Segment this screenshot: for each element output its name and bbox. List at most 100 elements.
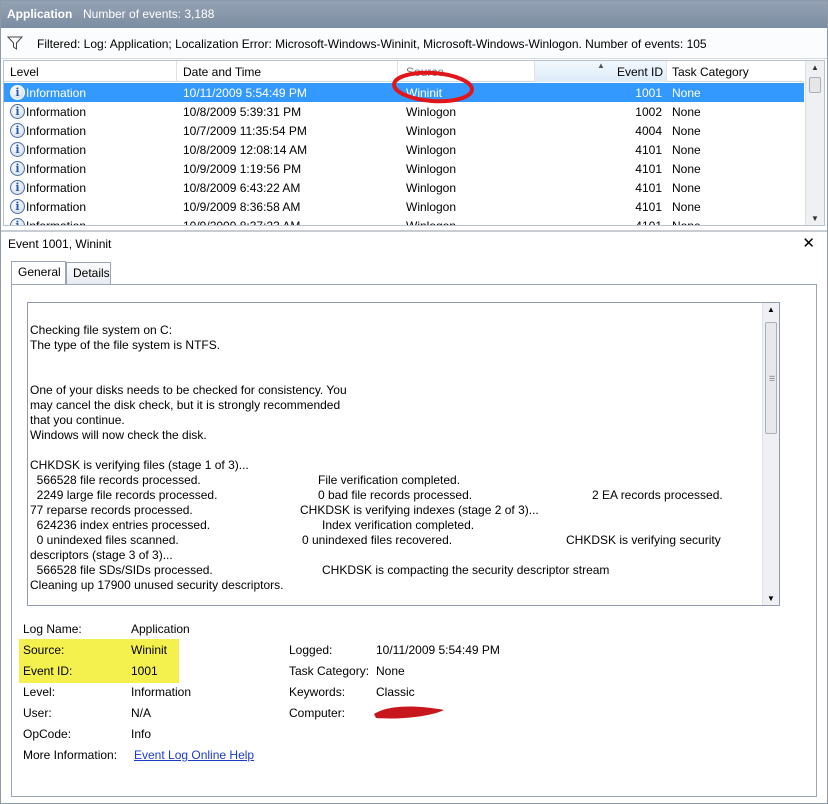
event-source: Winlogon <box>406 162 457 176</box>
message-segment: One of your disks needs to be checked fo… <box>30 383 347 397</box>
message-line: 566528 file records processed. File verif… <box>30 473 760 488</box>
message-segment: 2249 large file records processed. <box>30 488 218 502</box>
event-row[interactable]: i Information 10/7/2009 11:35:54 PM Winlogo… <box>4 121 804 140</box>
event-id: 4101 <box>635 181 662 195</box>
event-row[interactable]: i Information 10/8/2009 12:08:14 AM Winlogo… <box>4 140 804 159</box>
message-segment: CHKDSK is verifying indexes (stage 2 of … <box>300 503 539 517</box>
event-datetime: 10/8/2009 12:08:14 AM <box>183 143 308 157</box>
message-segment: CHKDSK is verifying files (stage 1 of 3)… <box>30 458 249 472</box>
title-bar: Application Number of events: 3,188 <box>1 1 827 28</box>
event-datetime: 10/8/2009 6:43:22 AM <box>183 181 301 195</box>
event-task-category: None <box>672 219 701 226</box>
logged-value: 10/11/2009 5:54:49 PM <box>376 643 500 657</box>
scroll-thumb[interactable] <box>809 77 821 93</box>
opcode-value: Info <box>131 727 152 741</box>
event-message-box[interactable]: Checking file system on C: The type of th… <box>27 302 780 606</box>
column-divider[interactable] <box>534 61 535 82</box>
scroll-thumb[interactable]: ☰ <box>765 322 777 434</box>
event-level: Information <box>26 143 87 157</box>
scroll-up-icon[interactable]: ▲ <box>767 305 775 314</box>
event-datetime: 10/9/2009 1:19:56 PM <box>183 162 302 176</box>
column-datetime[interactable]: Date and Time <box>183 65 261 79</box>
event-row[interactable]: i Information 10/9/2009 8:37:23 AM Winlogon… <box>4 216 804 226</box>
logged-label: Logged: <box>289 643 333 657</box>
event-source: Winlogon <box>406 200 457 214</box>
event-datetime: 10/9/2009 8:36:58 AM <box>183 200 301 214</box>
event-task-category: None <box>672 181 701 195</box>
message-segment: 77 reparse records processed. <box>30 503 193 517</box>
message-segment: Windows will now check the disk. <box>30 428 207 442</box>
message-segment: CHKDSK is compacting the security descri… <box>322 563 610 577</box>
information-icon: i <box>10 161 25 176</box>
level-label: Level: <box>23 685 56 699</box>
message-line: 0 unindexed files scanned. 0 unindexed fi… <box>30 533 760 548</box>
event-message-text: Checking file system on C: The type of th… <box>30 323 760 593</box>
message-segment: 2 EA records processed. <box>592 488 723 502</box>
message-segment: 0 bad file records processed. <box>318 488 473 502</box>
event-datetime: 10/9/2009 8:37:23 AM <box>183 219 301 226</box>
message-segment: 0 unindexed files recovered. <box>302 533 453 547</box>
event-id: 1002 <box>635 105 662 119</box>
scroll-up-icon[interactable]: ▲ <box>811 63 819 72</box>
scroll-down-icon[interactable]: ▼ <box>811 214 819 223</box>
event-id: 4004 <box>635 124 662 138</box>
information-icon: i <box>10 104 25 119</box>
event-id-label: Event ID: <box>23 664 73 678</box>
information-icon: i <box>10 123 25 138</box>
event-id-value: 1001 <box>131 664 158 678</box>
event-row[interactable]: i Information 10/8/2009 6:43:22 AM Winlogon… <box>4 178 804 197</box>
message-line: that you continue. <box>30 413 760 428</box>
message-segment: 0 unindexed files scanned. <box>30 533 179 547</box>
event-id: 4101 <box>635 143 662 157</box>
scroll-down-icon[interactable]: ▼ <box>767 594 775 603</box>
close-icon[interactable]: ✕ <box>802 234 815 252</box>
tab-details[interactable]: Details <box>66 262 111 284</box>
message-line: 566528 file SDs/SIDs processed. CHKDSK is… <box>30 563 760 578</box>
more-info-label: More Information: <box>23 748 118 762</box>
event-id: 1001 <box>635 86 662 100</box>
detail-title: Event 1001, Wininit <box>8 237 112 251</box>
message-line <box>30 368 760 383</box>
log-title: Application <box>7 7 73 21</box>
task-category-label: Task Category: <box>289 664 370 678</box>
user-label: User: <box>23 706 52 720</box>
redaction-scribble <box>374 706 444 719</box>
message-line: Windows will now check the disk. <box>30 428 760 443</box>
message-line: Cleaning up 17900 unused security descri… <box>30 578 760 593</box>
event-task-category: None <box>672 105 701 119</box>
event-source: Winlogon <box>406 143 457 157</box>
event-list[interactable]: Level Date and Time Source ▲ Event ID Ta… <box>3 60 825 226</box>
event-row[interactable]: i Information 10/9/2009 8:36:58 AM Winlogon… <box>4 197 804 216</box>
information-icon: i <box>10 85 25 100</box>
detail-header: Event 1001, Wininit ✕ <box>1 230 827 254</box>
task-category-value: None <box>376 664 405 678</box>
event-source: Winlogon <box>406 181 457 195</box>
event-level: Information <box>26 162 87 176</box>
event-task-category: None <box>672 143 701 157</box>
column-task-category[interactable]: Task Category <box>672 65 749 79</box>
column-level[interactable]: Level <box>10 65 39 79</box>
source-label: Source: <box>23 643 65 657</box>
event-id: 4101 <box>635 219 662 226</box>
event-level: Information <box>26 86 87 100</box>
message-segment: that you continue. <box>30 413 125 427</box>
column-event-id[interactable]: Event ID <box>617 65 663 79</box>
message-segment: Cleaning up 17900 unused security descri… <box>30 578 284 592</box>
filter-icon <box>7 36 23 50</box>
message-line: Checking file system on C: <box>30 323 760 338</box>
message-segment: Checking file system on C: <box>30 323 173 337</box>
event-log-help-link[interactable]: Event Log Online Help <box>134 748 254 762</box>
source-value: Wininit <box>131 643 168 657</box>
event-row[interactable]: i Information 10/9/2009 1:19:56 PM Winlogon… <box>4 159 804 178</box>
message-line: descriptors (stage 3 of 3)... <box>30 548 760 563</box>
event-task-category: None <box>672 124 701 138</box>
log-name-label: Log Name: <box>23 622 82 636</box>
column-divider[interactable] <box>176 61 177 82</box>
opcode-label: OpCode: <box>23 727 72 741</box>
event-list-scrollbar[interactable]: ▲ ▼ <box>805 61 824 225</box>
tab-general[interactable]: General <box>11 261 66 284</box>
event-viewer-window: Application Number of events: 3,188 Filt… <box>0 0 828 804</box>
message-line <box>30 443 760 458</box>
message-scrollbar[interactable]: ▲ ☰ ▼ <box>762 303 779 605</box>
column-divider[interactable] <box>666 61 667 82</box>
